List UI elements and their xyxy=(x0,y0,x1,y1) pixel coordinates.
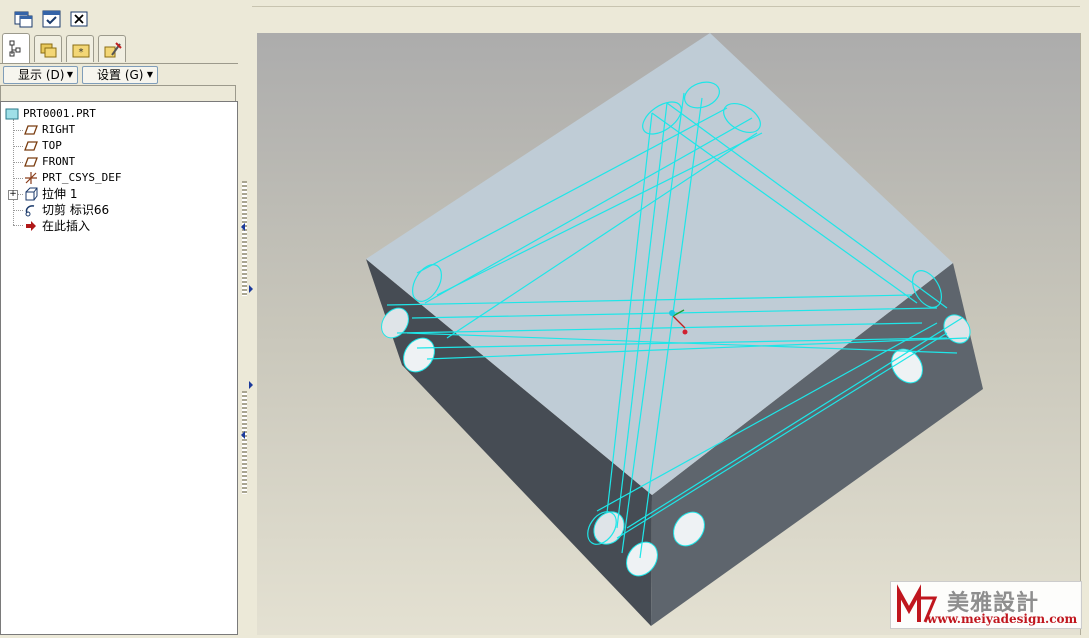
graphics-viewport[interactable] xyxy=(257,33,1080,635)
tree-item-label: RIGHT xyxy=(42,123,76,136)
splitter-grip[interactable] xyxy=(242,391,247,494)
tree-connector xyxy=(13,225,23,226)
chevron-down-icon: ▼ xyxy=(146,70,153,79)
cut-icon xyxy=(25,205,35,217)
tree-item-right[interactable]: RIGHT xyxy=(24,122,76,138)
tree-connector xyxy=(13,146,23,147)
coordinate-system-icon xyxy=(25,172,37,184)
right-toolbar-top xyxy=(1080,0,1089,33)
tree-item-extrude[interactable]: 拉伸 1 xyxy=(25,186,78,202)
collapse-left-icon[interactable] xyxy=(241,223,245,231)
tree-root-label: PRT0001.PRT xyxy=(23,107,96,120)
datum-plane-icon xyxy=(24,157,38,167)
display-dropdown[interactable]: 显示 (D) ▼ xyxy=(3,66,78,84)
svg-text:*: * xyxy=(79,47,84,58)
tree-connector xyxy=(13,178,23,179)
tree-root[interactable]: PRT0001.PRT xyxy=(5,106,96,122)
window-toolbar xyxy=(0,6,252,32)
tree-header-bar xyxy=(0,85,236,101)
model-tree: PRT0001.PRT RIGHT TOP FRONT PRT_CSYS_DEF… xyxy=(0,101,238,635)
activate-window-icon[interactable] xyxy=(42,10,62,28)
extrude-icon xyxy=(25,187,38,201)
settings-dropdown-label: 设置 (G) xyxy=(97,68,144,82)
close-window-icon[interactable] xyxy=(70,10,90,28)
tree-item-cut[interactable]: 切剪 标识66 xyxy=(25,202,110,218)
tree-item-top[interactable]: TOP xyxy=(24,138,62,154)
navigator-tabs: * xyxy=(0,33,240,63)
splitter-grip[interactable] xyxy=(242,181,247,296)
right-toolbar[interactable] xyxy=(1080,33,1089,635)
chevron-down-icon: ▼ xyxy=(66,70,73,79)
tree-item-front[interactable]: FRONT xyxy=(24,154,76,170)
tree-connector xyxy=(13,130,23,131)
expand-toggle[interactable]: + xyxy=(8,190,18,200)
collapse-left-icon[interactable] xyxy=(241,431,245,439)
folder-browser-tab[interactable] xyxy=(34,35,62,62)
model-tree-tab[interactable] xyxy=(2,33,30,63)
tree-item-label: FRONT xyxy=(42,155,76,168)
settings-dropdown[interactable]: 设置 (G) ▼ xyxy=(82,66,158,84)
insert-here-arrow-icon xyxy=(26,221,36,231)
expand-right-icon[interactable] xyxy=(249,381,253,389)
tree-connector xyxy=(13,210,23,211)
datum-plane-icon xyxy=(24,141,38,151)
favorites-tab[interactable]: * xyxy=(66,35,94,62)
tree-item-insert-here[interactable]: 在此插入 xyxy=(26,218,91,234)
watermark: 美雅設計 www.meiyadesign.com xyxy=(890,581,1082,629)
tree-item-label: PRT_CSYS_DEF xyxy=(42,171,122,184)
tree-item-label: 切剪 标识66 xyxy=(42,203,110,217)
tree-item-label: 在此插入 xyxy=(42,219,91,233)
watermark-url: www.meiyadesign.com xyxy=(927,612,1078,626)
tree-connector xyxy=(13,162,23,163)
panel-splitter[interactable] xyxy=(238,33,257,635)
tree-item-csys[interactable]: PRT_CSYS_DEF xyxy=(25,170,122,186)
tree-item-label: 拉伸 1 xyxy=(42,187,78,201)
datum-plane-icon xyxy=(24,125,38,135)
tools-icon xyxy=(104,42,122,58)
folders-icon xyxy=(40,43,57,58)
tree-options-bar: 显示 (D) ▼ 设置 (G) ▼ xyxy=(0,63,238,86)
part-icon xyxy=(5,108,19,120)
expand-right-icon[interactable] xyxy=(249,285,253,293)
tree-icon xyxy=(9,40,21,57)
star-folder-icon: * xyxy=(72,44,90,58)
tree-item-label: TOP xyxy=(42,139,62,152)
connections-tab[interactable] xyxy=(98,35,126,62)
window-icon[interactable] xyxy=(14,10,34,28)
display-dropdown-label: 显示 (D) xyxy=(18,68,65,82)
